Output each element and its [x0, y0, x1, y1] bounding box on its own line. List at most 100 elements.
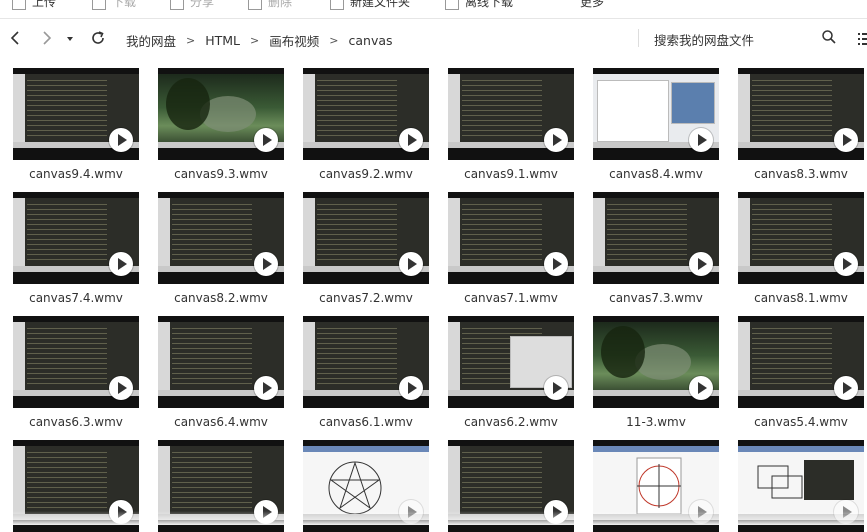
video-thumbnail [738, 68, 864, 160]
breadcrumb: 我的网盘 > HTML > 画布视频 > canvas [118, 31, 401, 50]
back-button[interactable] [6, 28, 26, 48]
view-toggle-icon[interactable] [858, 31, 867, 45]
play-icon[interactable] [689, 252, 713, 276]
file-tile[interactable]: canvas9.2.wmv [303, 68, 429, 181]
navigation-bar: 我的网盘 > HTML > 画布视频 > canvas 搜索我的网盘文件 [0, 19, 867, 57]
file-name: canvas6.3.wmv [29, 415, 123, 429]
video-thumbnail [158, 316, 284, 408]
video-thumbnail [738, 316, 864, 408]
file-tile[interactable]: canvas8.3.wmv [738, 68, 864, 181]
file-name: canvas9.4.wmv [29, 167, 123, 181]
file-tile[interactable]: canvas6.1.wmv [303, 316, 429, 429]
download-icon [92, 0, 106, 10]
file-tile[interactable]: canvas6.3.wmv [13, 316, 139, 429]
file-tile[interactable]: canvas6.4.wmv [158, 316, 284, 429]
bottom-fade [0, 511, 867, 525]
file-tile[interactable]: canvas7.1.wmv [448, 192, 574, 305]
file-tile[interactable]: canvas9.4.wmv [13, 68, 139, 181]
thumbnail-sidebar [158, 198, 170, 272]
top-toolbar: 上传 下载 分享 删除 新建文件夹 离线下载 更多 [0, 0, 867, 19]
file-name: canvas8.1.wmv [754, 291, 848, 305]
file-name: canvas6.2.wmv [464, 415, 558, 429]
new-folder-button[interactable]: 新建文件夹 [330, 0, 410, 10]
file-grid: canvas9.4.wmv canvas9.3.wmv canvas9.2.wmv c… [0, 57, 867, 532]
thumbnail-sidebar [13, 74, 25, 148]
share-button[interactable]: 分享 [170, 0, 214, 10]
breadcrumb-item-html[interactable]: HTML [197, 33, 248, 48]
forward-button[interactable] [36, 28, 56, 48]
play-icon[interactable] [834, 376, 858, 400]
file-tile[interactable]: canvas8.4.wmv [593, 68, 719, 181]
thumbnail-window [597, 80, 669, 142]
thumbnail-code-lines [27, 328, 107, 388]
play-icon[interactable] [109, 128, 133, 152]
thumbnail-window [671, 82, 715, 124]
file-tile[interactable]: canvas8.1.wmv [738, 192, 864, 305]
offline-download-button[interactable]: 离线下载 [445, 0, 513, 10]
video-thumbnail [13, 316, 139, 408]
play-icon[interactable] [399, 128, 423, 152]
video-thumbnail [158, 68, 284, 160]
play-icon[interactable] [254, 252, 278, 276]
thumbnail-sidebar [593, 198, 605, 272]
download-button[interactable]: 下载 [92, 0, 136, 10]
play-icon[interactable] [109, 252, 133, 276]
more-button[interactable]: 更多 [580, 0, 604, 10]
play-icon[interactable] [254, 376, 278, 400]
file-tile[interactable]: canvas6.2.wmv [448, 316, 574, 429]
play-icon[interactable] [399, 376, 423, 400]
play-icon[interactable] [399, 252, 423, 276]
upload-button[interactable]: 上传 [12, 0, 56, 10]
trash-icon [248, 0, 262, 10]
file-name: canvas6.4.wmv [174, 415, 268, 429]
chevron-left-icon [10, 31, 19, 45]
file-name: 11-3.wmv [626, 415, 686, 429]
play-icon[interactable] [544, 128, 568, 152]
search-icon[interactable] [821, 29, 837, 45]
thumbnail-sidebar [303, 198, 315, 272]
video-thumbnail [593, 316, 719, 408]
file-tile[interactable]: canvas5.4.wmv [738, 316, 864, 429]
caret-down-icon [67, 37, 73, 41]
breadcrumb-item-canvas[interactable]: canvas [340, 33, 400, 48]
file-tile[interactable]: canvas9.1.wmv [448, 68, 574, 181]
play-icon[interactable] [834, 252, 858, 276]
breadcrumb-item-my-drive[interactable]: 我的网盘 [118, 31, 184, 50]
breadcrumb-separator: > [186, 34, 196, 47]
video-thumbnail [158, 192, 284, 284]
play-icon[interactable] [109, 376, 133, 400]
file-tile[interactable]: canvas8.2.wmv [158, 192, 284, 305]
play-icon[interactable] [544, 252, 568, 276]
thumbnail-code-lines [752, 328, 832, 388]
delete-button[interactable]: 删除 [248, 0, 292, 10]
breadcrumb-item-canvas-videos[interactable]: 画布视频 [261, 31, 327, 50]
file-tile[interactable]: canvas9.3.wmv [158, 68, 284, 181]
thumbnail-code-lines [27, 80, 107, 140]
video-thumbnail [593, 68, 719, 160]
file-name: canvas9.3.wmv [174, 167, 268, 181]
play-icon[interactable] [689, 128, 713, 152]
thumbnail-code-lines [317, 204, 397, 264]
file-name: canvas8.3.wmv [754, 167, 848, 181]
play-icon[interactable] [689, 376, 713, 400]
search-divider [638, 29, 639, 47]
file-tile[interactable]: canvas7.4.wmv [13, 192, 139, 305]
refresh-button[interactable] [88, 28, 108, 48]
play-icon[interactable] [254, 128, 278, 152]
play-icon[interactable] [834, 128, 858, 152]
thumbnail-sidebar [13, 322, 25, 396]
thumbnail-code-lines [752, 204, 832, 264]
file-tile[interactable]: canvas7.2.wmv [303, 192, 429, 305]
file-tile[interactable]: 11-3.wmv [593, 316, 719, 429]
thumbnail-code-lines [317, 80, 397, 140]
thumbnail-code-lines [462, 452, 542, 512]
breadcrumb-separator: > [250, 34, 260, 47]
thumbnail-sidebar [738, 322, 750, 396]
history-dropdown[interactable] [60, 28, 80, 48]
thumbnail-code-lines [27, 204, 107, 264]
file-name: canvas9.2.wmv [319, 167, 413, 181]
breadcrumb-separator: > [329, 34, 339, 47]
play-icon[interactable] [544, 376, 568, 400]
file-tile[interactable]: canvas7.3.wmv [593, 192, 719, 305]
search-input[interactable]: 搜索我的网盘文件 [654, 30, 754, 49]
